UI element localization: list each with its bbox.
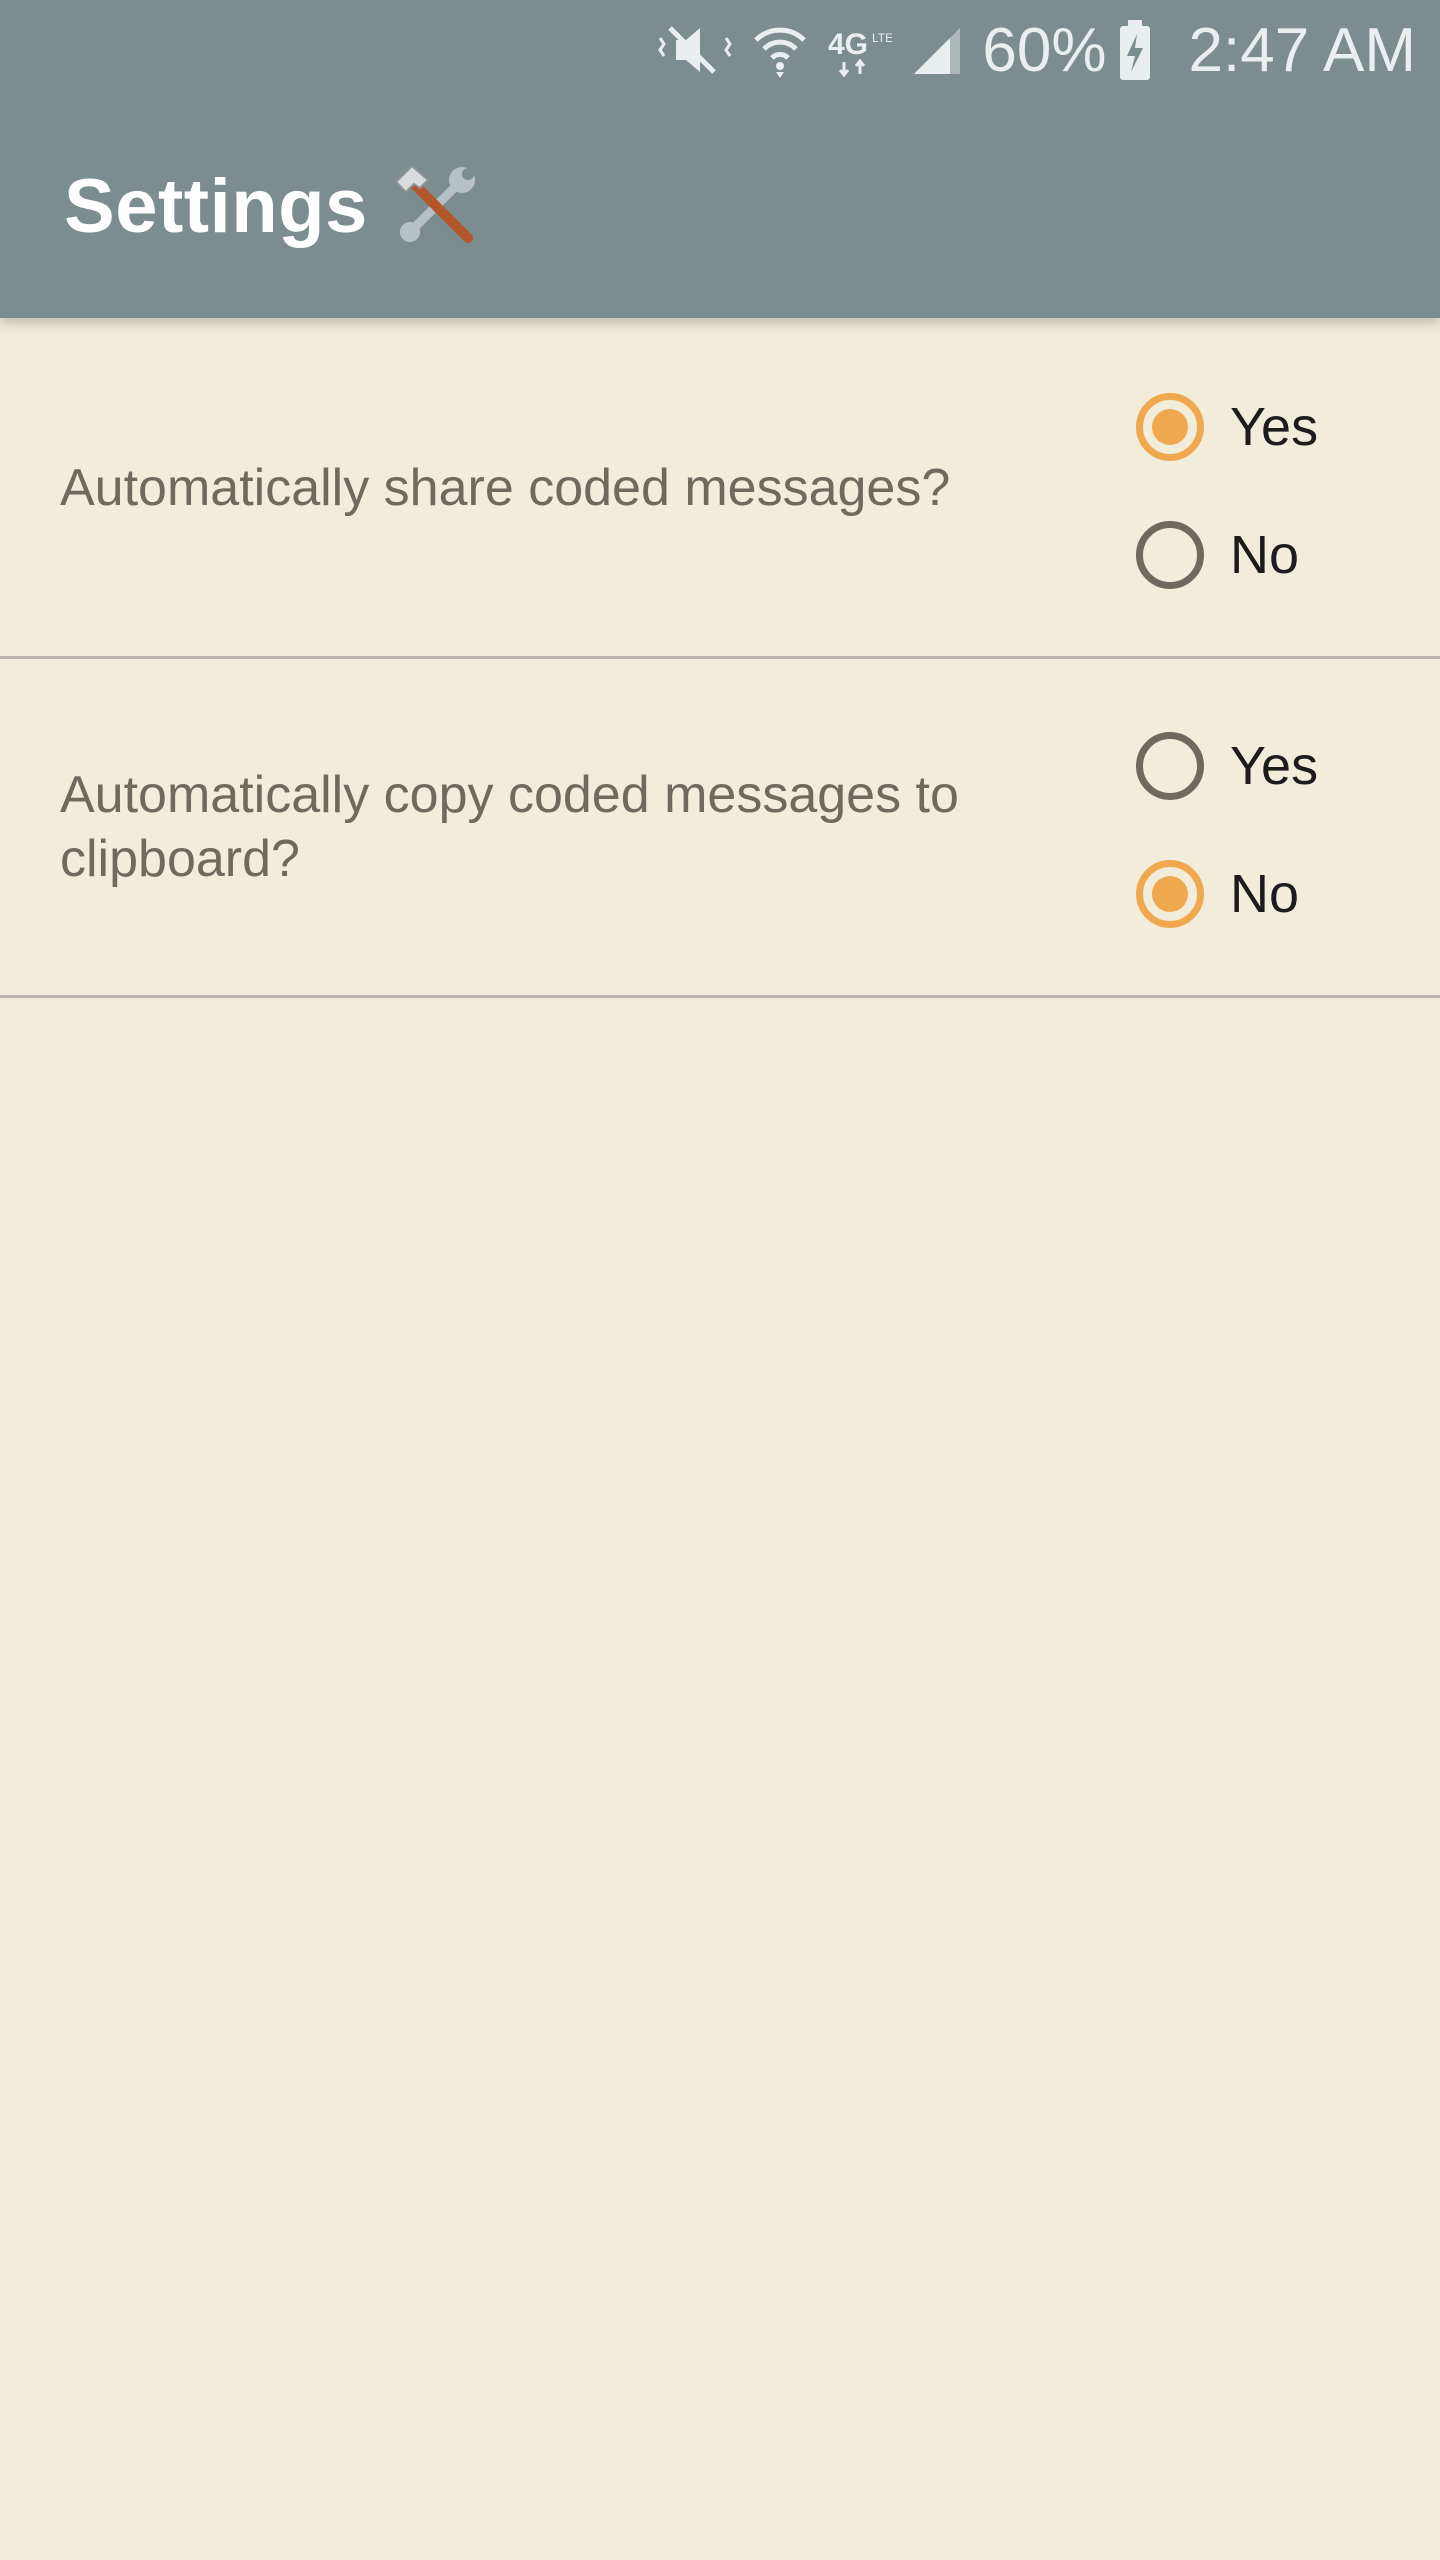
cell-signal-icon [910, 15, 964, 85]
status-bar: 4G LTE 60% 2:47 AM [656, 0, 1440, 100]
copy-yes-label[interactable]: Yes [1230, 735, 1318, 797]
page-title: Settings [64, 163, 368, 249]
battery-percent: 60% [982, 15, 1107, 85]
hammer-and-wrench-icon [390, 160, 482, 252]
battery-charging-icon [1117, 15, 1153, 85]
wifi-icon [752, 15, 808, 85]
share-yes-radio[interactable] [1136, 393, 1204, 461]
mute-vibrate-icon [656, 15, 734, 85]
svg-text:4G: 4G [828, 28, 868, 61]
share-yes-option[interactable]: Yes [1136, 382, 1318, 472]
title-row: Settings [64, 160, 482, 252]
setting-copy-question: Automatically copy coded messages to cli… [60, 766, 959, 888]
setting-copy-section: Automatically copy coded messages to cli… [0, 659, 1440, 998]
settings-screen: 4G LTE 60% 2:47 AM Settings Automaticall… [0, 0, 1440, 2560]
share-yes-label[interactable]: Yes [1230, 396, 1318, 458]
copy-yes-radio[interactable] [1136, 732, 1204, 800]
copy-no-option[interactable]: No [1136, 849, 1299, 939]
status-time: 2:47 AM [1188, 15, 1416, 85]
copy-no-radio[interactable] [1136, 860, 1204, 928]
copy-no-label[interactable]: No [1230, 863, 1299, 925]
svg-text:LTE: LTE [872, 31, 892, 45]
share-no-radio[interactable] [1136, 521, 1204, 589]
share-no-label[interactable]: No [1230, 524, 1299, 586]
copy-yes-option[interactable]: Yes [1136, 721, 1318, 811]
4g-lte-icon: 4G LTE [826, 15, 892, 85]
app-bar: 4G LTE 60% 2:47 AM Settings [0, 0, 1440, 318]
share-no-option[interactable]: No [1136, 510, 1299, 600]
setting-share-question: Automatically share coded messages? [60, 459, 951, 517]
setting-share-section: Automatically share coded messages? Yes … [0, 320, 1440, 659]
